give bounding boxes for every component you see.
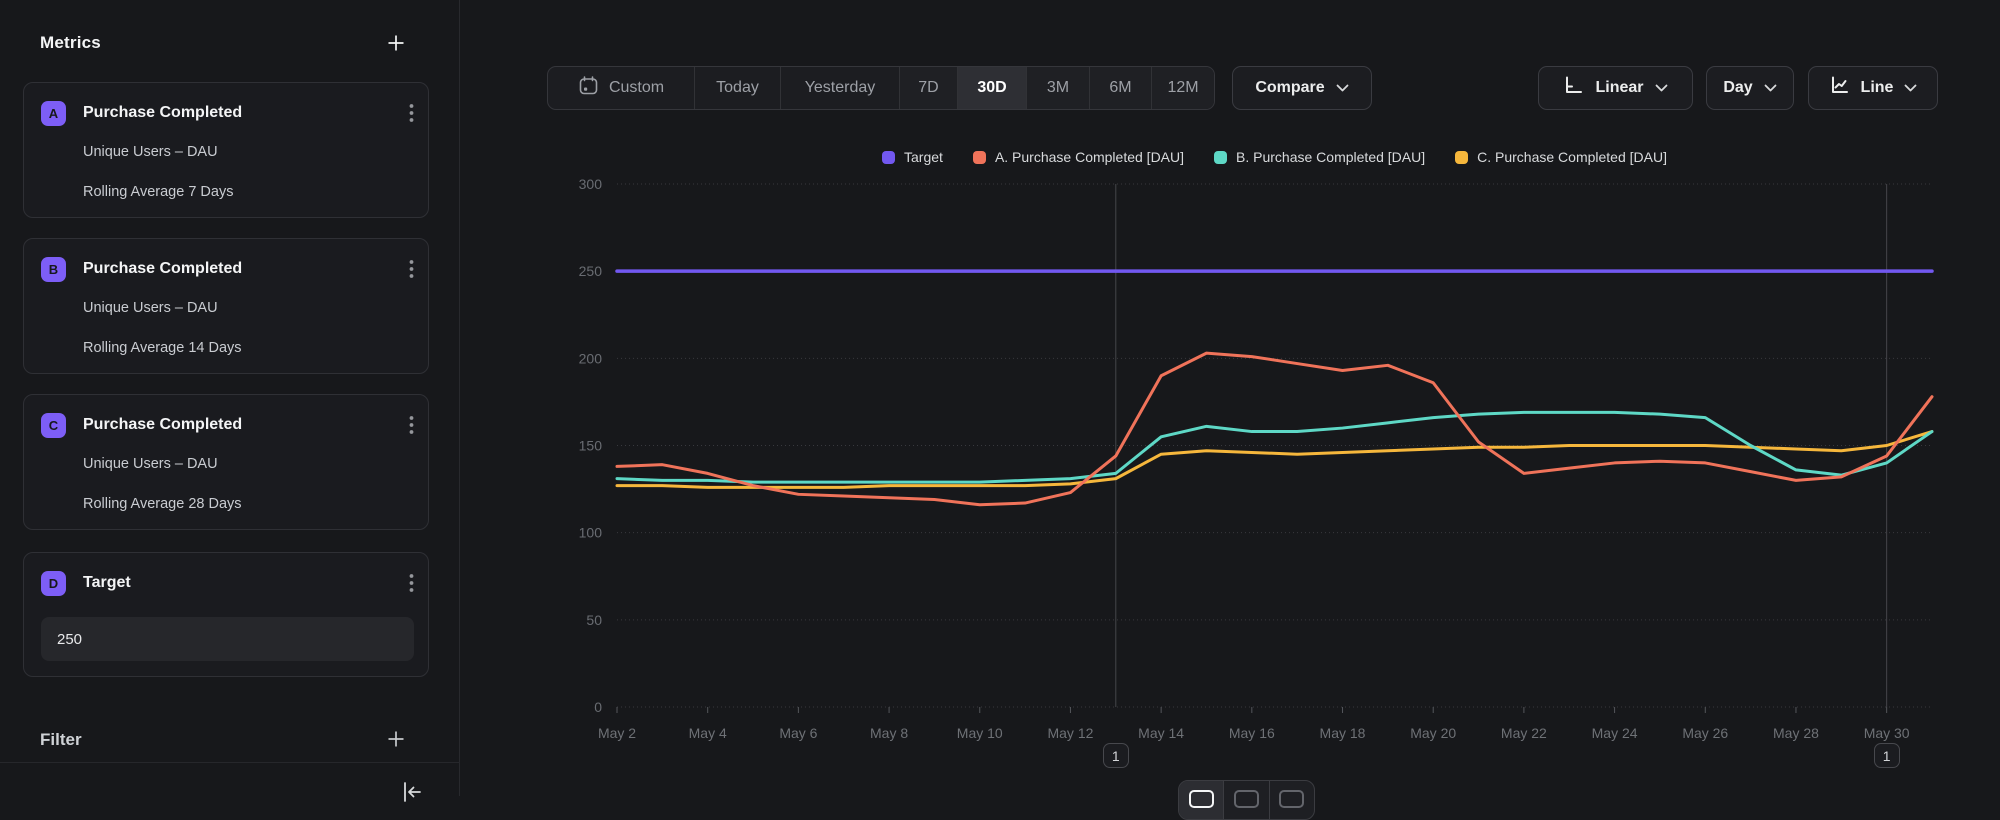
- x-axis-label: May 10: [957, 725, 1003, 741]
- metrics-line-chart: 0 50 100 150 200 250 300 May 2 May 4 May 6 May 8 Ma…: [0, 0, 2000, 796]
- x-axis-label: May 18: [1320, 725, 1366, 741]
- y-axis-label-100: 100: [579, 525, 603, 541]
- y-axis-label-150: 150: [579, 438, 603, 454]
- y-axis-label-250: 250: [579, 263, 603, 279]
- chart-size-option-3[interactable]: [1269, 781, 1314, 819]
- panel-icon: [1189, 790, 1214, 808]
- x-axis-label: May 28: [1773, 725, 1819, 741]
- x-axis-label: May 12: [1047, 725, 1093, 741]
- x-axis-label: May 2: [598, 725, 636, 741]
- annotation-marker-1[interactable]: 1: [1103, 743, 1129, 768]
- y-axis-label-0: 0: [594, 699, 602, 715]
- x-axis-label: May 20: [1410, 725, 1456, 741]
- panel-icon: [1279, 790, 1304, 808]
- chart-size-option-1[interactable]: [1179, 781, 1223, 819]
- panel-icon: [1234, 790, 1259, 808]
- series-line-c: [617, 432, 1932, 488]
- annotation-marker-2[interactable]: 1: [1874, 743, 1900, 768]
- y-axis-label-300: 300: [579, 176, 603, 192]
- x-axis-label: May 22: [1501, 725, 1547, 741]
- annotation-label: 1: [1112, 748, 1120, 764]
- x-axis-label: May 26: [1682, 725, 1728, 741]
- x-axis-label: May 6: [779, 725, 817, 741]
- annotation-label: 1: [1883, 748, 1891, 764]
- y-axis-label-200: 200: [579, 350, 603, 366]
- x-axis-label: May 16: [1229, 725, 1275, 741]
- x-axis-label: May 24: [1592, 725, 1638, 741]
- x-axis-label: May 8: [870, 725, 908, 741]
- x-axis-label: May 30: [1864, 725, 1910, 741]
- x-axis-label: May 14: [1138, 725, 1184, 741]
- x-axis-label: May 4: [689, 725, 727, 741]
- chart-size-switcher: [1178, 780, 1315, 820]
- y-axis-label-50: 50: [586, 612, 602, 628]
- chart-size-option-2[interactable]: [1223, 781, 1268, 819]
